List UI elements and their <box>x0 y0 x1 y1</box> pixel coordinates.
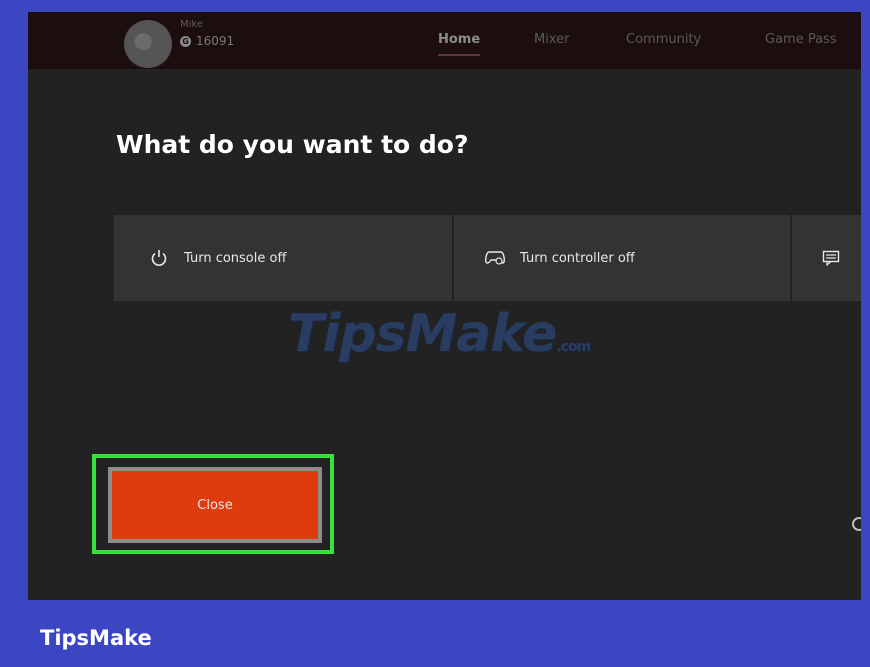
circle-icon <box>852 517 861 531</box>
tab-mixer[interactable]: Mixer <box>534 32 569 47</box>
turn-controller-off-label: Turn controller off <box>520 250 635 266</box>
watermark-logo: TipsMake.com <box>288 304 591 364</box>
turn-controller-off-button[interactable]: Turn controller off <box>454 215 790 301</box>
tab-game-pass[interactable]: Game Pass <box>765 32 837 47</box>
top-bar: Mike G 16091 Home Mixer Community Game P… <box>28 12 861 69</box>
power-icon <box>148 247 170 269</box>
turn-console-off-button[interactable]: Turn console off <box>114 215 452 301</box>
controller-icon <box>484 247 506 269</box>
tab-home[interactable]: Home <box>438 32 480 47</box>
avatar[interactable] <box>124 20 172 68</box>
gamerscore-icon: G <box>180 35 191 47</box>
tab-community[interactable]: Community <box>626 32 701 47</box>
watermark-suffix: .com <box>556 339 591 355</box>
dialog-heading: What do you want to do? <box>116 130 469 159</box>
message-icon <box>820 247 842 269</box>
close-button-label: Close <box>197 497 233 513</box>
close-button[interactable]: Close <box>108 467 322 543</box>
tab-home-underline <box>438 54 480 56</box>
gamerscore-value: 16091 <box>196 34 235 48</box>
turn-console-off-label: Turn console off <box>184 250 287 266</box>
message-button[interactable] <box>792 215 861 301</box>
watermark-text: TipsMake <box>288 304 557 364</box>
gamertag: Mike <box>180 20 203 28</box>
brand-label: TipsMake <box>40 626 152 650</box>
gamerscore: G 16091 <box>180 34 234 48</box>
xbox-screen: Mike G 16091 Home Mixer Community Game P… <box>28 12 861 600</box>
